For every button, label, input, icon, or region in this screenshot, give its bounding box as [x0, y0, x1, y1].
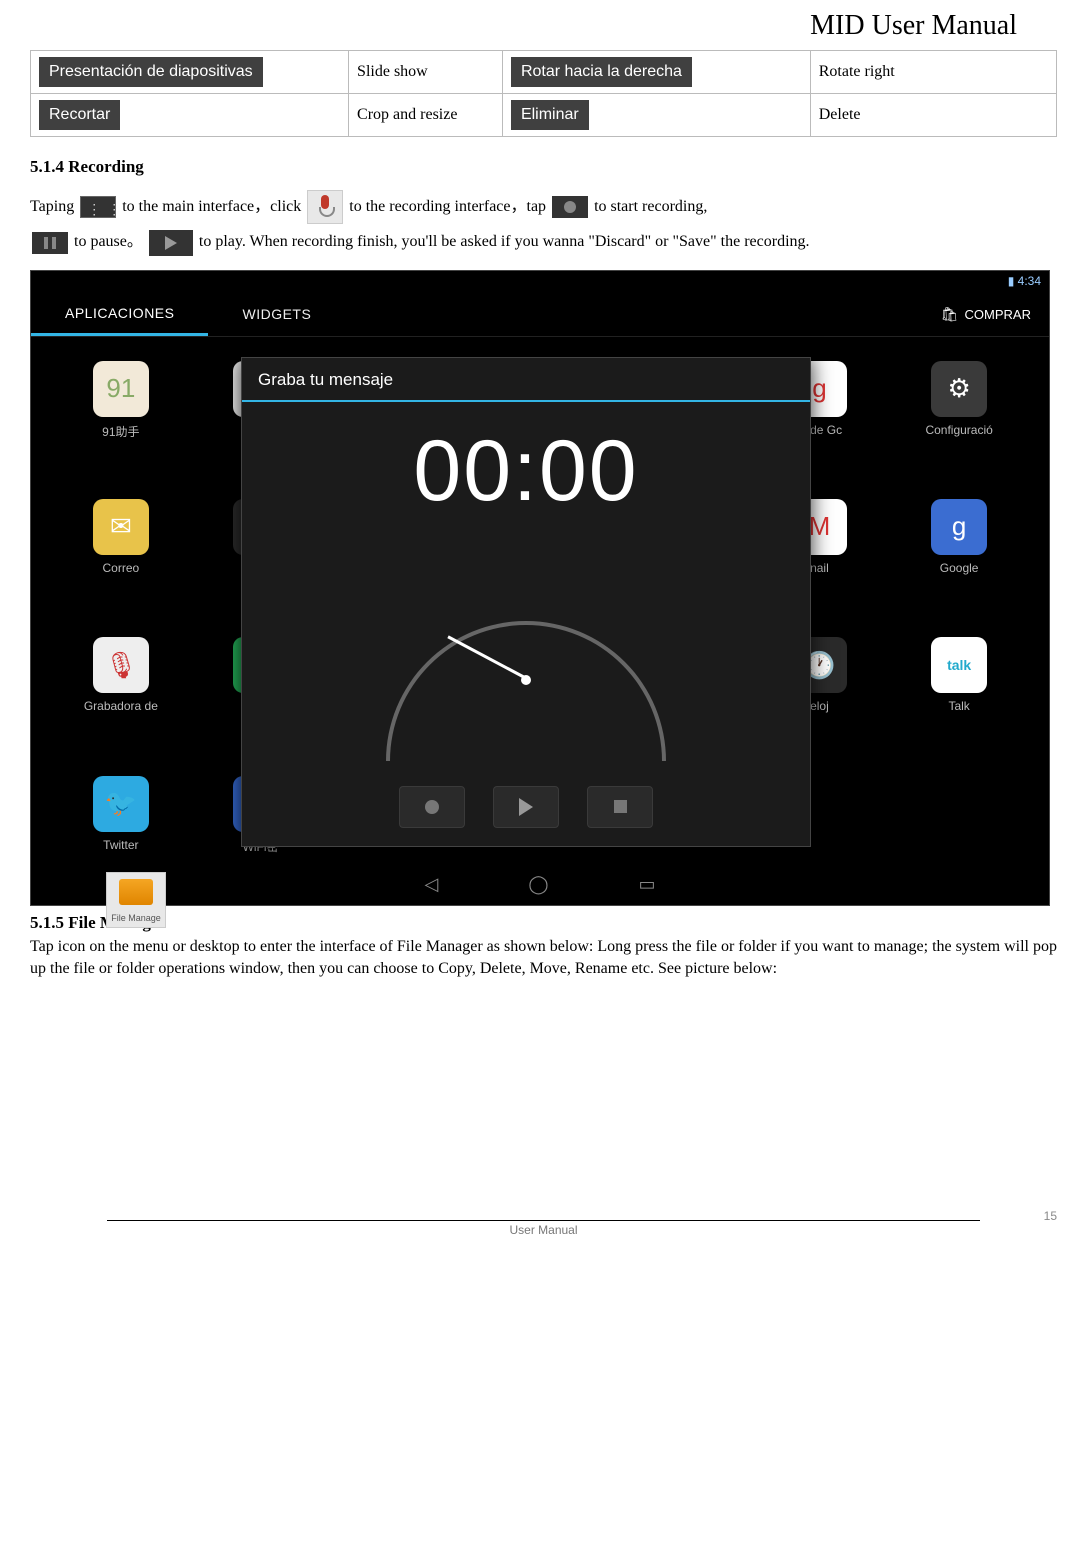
apps-grid-icon [80, 196, 116, 218]
nav-recent-icon[interactable]: ▭ [638, 874, 655, 895]
text-frag: to start recording, [594, 198, 707, 215]
rotate-right-button-es: Rotar hacia la derecha [511, 57, 692, 87]
app-label: Configuració [925, 423, 992, 437]
app-label: nail [810, 561, 829, 575]
shop-button[interactable]: COMPRAR [923, 296, 1049, 333]
app-label: Grabadora de [84, 699, 158, 713]
dialog-record-button[interactable] [399, 786, 465, 828]
app-correo[interactable]: ✉ Correo [51, 499, 191, 617]
delete-button-es: Eliminar [511, 100, 589, 130]
delete-label-en: Delete [810, 94, 1056, 137]
app-label: Twitter [103, 838, 138, 852]
footer-divider [107, 1220, 980, 1221]
app-icon: 91 [93, 361, 149, 417]
nav-home-icon[interactable]: ◯ [528, 874, 548, 895]
vu-meter [302, 551, 750, 681]
app-icon: 🎙 [93, 637, 149, 693]
text-frag: to play. When recording finish, you'll b… [199, 233, 810, 250]
recording-dialog: Graba tu mensaje 00:00 [241, 357, 811, 847]
status-bar: ▮ 4:34 [31, 271, 1049, 293]
app-91[interactable]: 91 91助手 [51, 361, 191, 479]
app-icon: ⚙ [931, 361, 987, 417]
pause-icon [32, 232, 68, 254]
slideshow-button-es: Presentación de diapositivas [39, 57, 263, 87]
dialog-controls [242, 786, 810, 828]
rotate-right-label-en: Rotate right [810, 51, 1056, 94]
app-twitter[interactable]: 🐦 Twitter [51, 776, 191, 855]
app-talk[interactable]: talk Talk [889, 637, 1029, 755]
app-icon: 🐦 [93, 776, 149, 832]
app-label: Talk [948, 699, 969, 713]
tab-widgets[interactable]: WIDGETS [208, 294, 345, 334]
play-icon [149, 230, 193, 256]
page-header-title: MID User Manual [30, 10, 1017, 42]
android-navbar: ◁ ◯ ▭ [31, 865, 1049, 905]
app-label: eloj [810, 699, 829, 713]
dialog-play-button[interactable] [493, 786, 559, 828]
tab-applications[interactable]: APLICACIONES [31, 293, 208, 336]
section-514-heading: 5.1.4 Recording [30, 157, 1057, 177]
recording-instructions-para: Taping to the main interface，click to th… [30, 189, 1057, 260]
app-label: Correo [103, 561, 140, 575]
app-icon: g [931, 499, 987, 555]
text-frag: Taping [30, 198, 74, 215]
microphone-app-icon [307, 190, 343, 224]
record-icon [552, 196, 588, 218]
app-label: 91助手 [102, 423, 139, 440]
page-number: 15 [1044, 1209, 1057, 1223]
crop-button-es: Recortar [39, 100, 120, 130]
dialog-title: Graba tu mensaje [242, 358, 810, 402]
crop-label-en: Crop and resize [349, 94, 503, 137]
footer-label: User Manual [30, 1223, 1057, 1237]
app-icon: talk [931, 637, 987, 693]
battery-icon: ▮ [1008, 274, 1015, 288]
app-icon: ✉ [93, 499, 149, 555]
section-515: 5.1.5 File Manager Tap icon on the menu … [30, 912, 1057, 980]
dialog-stop-button[interactable] [587, 786, 653, 828]
slideshow-label-en: Slide show [349, 51, 503, 94]
app-label: Google [940, 561, 979, 575]
tabs-row: APLICACIONES WIDGETS COMPRAR [31, 293, 1049, 337]
app-settings[interactable]: ⚙ Configuració [889, 361, 1029, 479]
dialog-timer: 00:00 [242, 422, 810, 521]
text-frag: to pause。 [74, 233, 143, 250]
file-manager-icon [106, 872, 166, 928]
menu-translation-table: Presentación de diapositivas Slide show … [30, 50, 1057, 137]
nav-back-icon[interactable]: ◁ [424, 874, 438, 895]
text-frag: to the recording interface，tap [349, 198, 546, 215]
app-google[interactable]: g Google [889, 499, 1029, 617]
text-frag: to the main interface，click [122, 198, 305, 215]
status-time: 4:34 [1018, 274, 1041, 288]
android-recording-screenshot: ▮ 4:34 APLICACIONES WIDGETS COMPRAR 9191… [30, 270, 1050, 906]
app-recorder[interactable]: 🎙 Grabadora de [51, 637, 191, 755]
section-515-body: Tap icon on the menu or desktop to enter… [30, 936, 1057, 979]
